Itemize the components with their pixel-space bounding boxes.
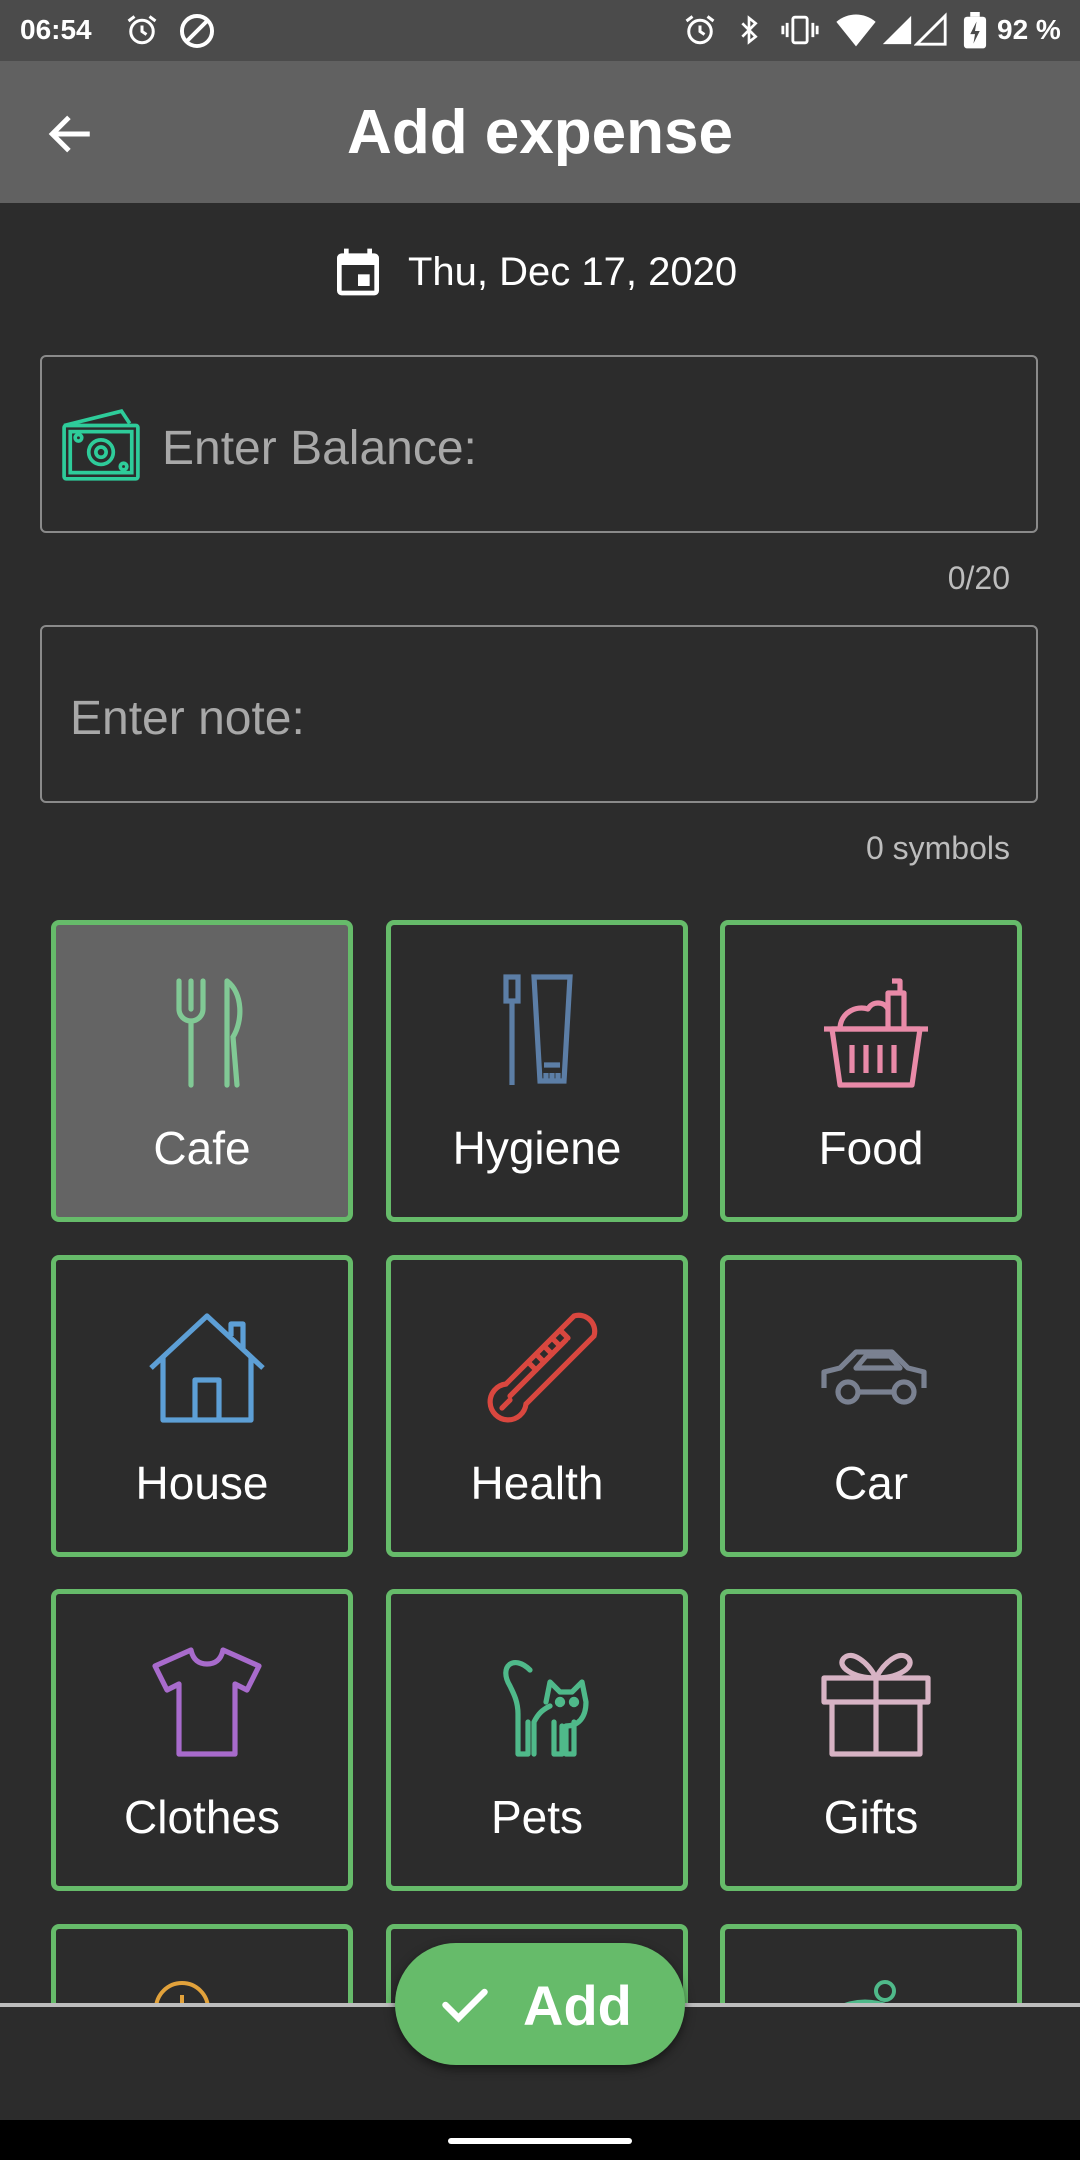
tshirt-icon [152,1647,262,1757]
category-label: Hygiene [452,1122,622,1174]
car-icon [821,1349,927,1405]
cafe-icon [176,978,243,1088]
category-label: Clothes [124,1791,280,1843]
category-health[interactable]: Health [386,1255,688,1557]
bluetooth-icon [741,15,758,45]
note-placeholder: Enter note: [70,692,305,745]
selected-date: Thu, Dec 17, 2020 [408,250,738,294]
balance-counter: 0/20 [947,560,1010,596]
home-gesture-pill[interactable] [448,2138,632,2144]
wifi-icon [836,14,876,47]
alarm-icon [685,15,715,45]
app-bar: Add expense [0,61,1080,203]
check-icon [442,1988,488,2023]
money-icon [62,409,140,481]
category-house[interactable]: House [51,1255,353,1557]
category-label: Food [818,1122,924,1174]
battery-charging-icon [963,12,987,49]
alarm-icon [127,15,157,45]
status-time: 06:54 [20,14,92,45]
balance-placeholder: Enter Balance: [162,422,477,475]
category-label: House [135,1457,269,1509]
thermometer-icon [487,1312,598,1423]
category-label: Pets [490,1791,584,1843]
vibrate-icon [781,15,819,45]
calendar-icon [337,248,379,296]
category-pets[interactable]: Pets [386,1589,688,1891]
category-label: Cafe [153,1122,251,1174]
note-input[interactable]: Enter note: [40,625,1038,803]
cat-icon [503,1660,589,1757]
gift-icon [821,1652,931,1757]
signal-icon [882,15,912,45]
category-hygiene[interactable]: Hygiene [386,920,688,1222]
category-gifts[interactable]: Gifts [720,1589,1022,1891]
house-icon [149,1313,265,1423]
category-label: Gifts [823,1791,919,1843]
add-button[interactable]: Add [395,1943,685,2065]
category-car[interactable]: Car [720,1255,1022,1557]
note-counter: 0 symbols [865,830,1010,866]
hygiene-icon [503,974,573,1085]
food-icon [824,978,928,1088]
category-cafe[interactable]: Cafe [51,920,353,1222]
category-label: Car [833,1457,909,1509]
category-clothes[interactable]: Clothes [51,1589,353,1891]
balance-input[interactable]: Enter Balance: [40,355,1038,533]
battery-percentage: 92 % [997,14,1061,45]
do-not-disturb-icon [179,13,215,49]
page-title: Add expense [347,98,733,167]
category-food[interactable]: Food [720,920,1022,1222]
category-label: Health [470,1457,604,1509]
status-bar: 06:54 92 % [0,0,1080,61]
navigation-bar [0,2120,1080,2160]
signal-icon [914,12,947,46]
add-button-label: Add [523,1974,632,2037]
